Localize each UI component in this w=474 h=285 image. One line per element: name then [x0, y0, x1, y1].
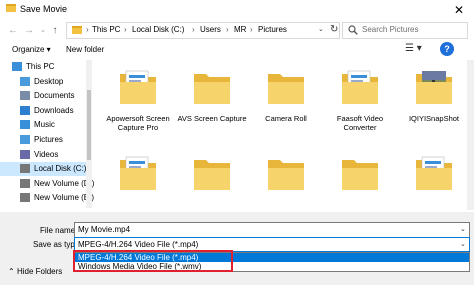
view-options-icon[interactable]: ☰ ▾ — [405, 43, 422, 54]
music-icon — [20, 120, 30, 130]
downloads-icon — [20, 105, 30, 115]
breadcrumb-separator-icon: › — [124, 25, 127, 34]
sidebar-item-label: Music — [34, 120, 55, 130]
folder-icon — [194, 160, 230, 190]
documents-icon — [20, 91, 30, 101]
sidebar-item-label: Pictures — [34, 135, 63, 144]
chevron-down-icon[interactable]: ⌄ — [460, 240, 466, 248]
folder-name: Faasoft Video Converter — [336, 114, 384, 132]
breadcrumb-local-disk[interactable]: Local Disk (C:) — [132, 25, 184, 34]
help-icon[interactable]: ? — [440, 42, 454, 56]
file-name-field[interactable]: My Movie.mp4 — [74, 222, 470, 238]
folder-icon — [416, 71, 452, 104]
sidebar-item[interactable]: New Volume (E:) — [0, 191, 94, 205]
drive-icon — [20, 164, 30, 174]
breadcrumb-separator-icon: › — [250, 25, 253, 34]
nav-scrollbar-thumb[interactable] — [87, 90, 91, 160]
folder-name: Apowersoft Screen Capture Pro — [106, 114, 170, 132]
navigation-pane: This PC Desktop Documents Downloads Music Pic… — [0, 60, 94, 210]
breadcrumb-users[interactable]: Users — [200, 25, 221, 34]
window-title: Save Movie — [20, 4, 68, 14]
folder-icon — [194, 74, 230, 104]
sidebar-item-label: This PC — [26, 62, 55, 71]
breadcrumb-separator-icon: › — [192, 25, 195, 34]
sidebar-item[interactable]: Pictures — [0, 133, 88, 147]
folder-item[interactable]: Faasoft Video Converter — [322, 68, 390, 148]
chevron-down-icon[interactable]: ⌄ — [460, 225, 466, 233]
folder-item[interactable]: Camera Roll — [248, 68, 316, 148]
folder-item[interactable]: IQIYISnapShot — [396, 68, 464, 148]
files-scrollbar[interactable] — [467, 60, 474, 210]
sidebar-item-label: Documents — [34, 91, 75, 101]
desktop-icon — [20, 76, 30, 86]
sidebar-item[interactable]: Desktop — [0, 75, 88, 89]
folder-name: AVS Screen Capture — [177, 114, 247, 123]
address-folder-icon — [72, 26, 82, 34]
drive-icon — [20, 178, 30, 188]
chevron-up-icon: ⌃ — [8, 267, 15, 276]
breadcrumb-mr[interactable]: MR — [234, 25, 246, 34]
sidebar-item[interactable]: Documents — [0, 89, 88, 103]
organize-button[interactable]: Organize ▾ — [12, 45, 51, 54]
videos-icon — [20, 149, 30, 159]
sidebar-item[interactable]: Music — [0, 118, 88, 132]
sidebar-item-label: Videos — [34, 149, 59, 159]
up-arrow-icon[interactable]: ↑ — [48, 24, 62, 38]
folder-icon — [342, 160, 378, 190]
search-icon — [348, 25, 358, 35]
app-folder-icon — [6, 4, 16, 12]
hide-folders-button[interactable]: ⌃ Hide Folders — [8, 267, 62, 276]
search-input[interactable]: Search Pictures — [362, 25, 418, 34]
folder-icon — [268, 74, 304, 104]
breadcrumb-separator-icon: › — [86, 25, 89, 34]
breadcrumb-pictures[interactable]: Pictures — [258, 25, 287, 34]
folder-item[interactable]: Apowersoft Screen Capture Pro — [100, 68, 170, 148]
sidebar-item[interactable]: New Volume (D:) — [0, 177, 94, 191]
close-button[interactable]: ✕ — [448, 2, 470, 18]
sidebar-item-label: Desktop — [34, 76, 64, 86]
folder-name: Camera Roll — [265, 114, 307, 123]
sidebar-item[interactable]: Downloads — [0, 104, 88, 118]
pictures-icon — [20, 135, 30, 144]
highlight-annotation-box — [73, 250, 233, 272]
file-list: Apowersoft Screen Capture Pro AVS Screen … — [94, 60, 466, 210]
folder-name: IQIYISnapShot — [408, 114, 460, 123]
file-name-label: File name: — [40, 226, 78, 235]
new-folder-button[interactable]: New folder — [66, 45, 104, 54]
computer-icon — [12, 62, 22, 71]
folder-icon — [120, 70, 156, 104]
folder-icon — [416, 156, 452, 190]
folder-icon — [120, 156, 156, 190]
sidebar-item[interactable]: This PC — [0, 60, 88, 74]
title-bar — [0, 0, 474, 20]
folder-item[interactable]: AVS Screen Capture — [174, 68, 247, 148]
hide-folders-label: Hide Folders — [16, 267, 63, 276]
refresh-icon[interactable]: ↻ — [330, 24, 338, 35]
back-arrow-icon[interactable]: ← — [6, 24, 20, 38]
sidebar-item[interactable]: Videos — [0, 148, 88, 162]
sidebar-item-label: Local Disk (C:) — [34, 164, 87, 174]
folder-icon — [342, 70, 378, 104]
breadcrumb-separator-icon: › — [226, 25, 229, 34]
sidebar-item-label: Downloads — [34, 105, 74, 115]
address-dropdown-icon[interactable]: ⌄ — [318, 25, 324, 33]
folder-icon — [268, 160, 304, 190]
forward-arrow-icon[interactable]: → — [22, 24, 36, 38]
breadcrumb-this-pc[interactable]: This PC — [92, 25, 120, 34]
drive-icon — [20, 193, 30, 203]
sidebar-item[interactable]: Local Disk (C:) — [0, 162, 88, 177]
